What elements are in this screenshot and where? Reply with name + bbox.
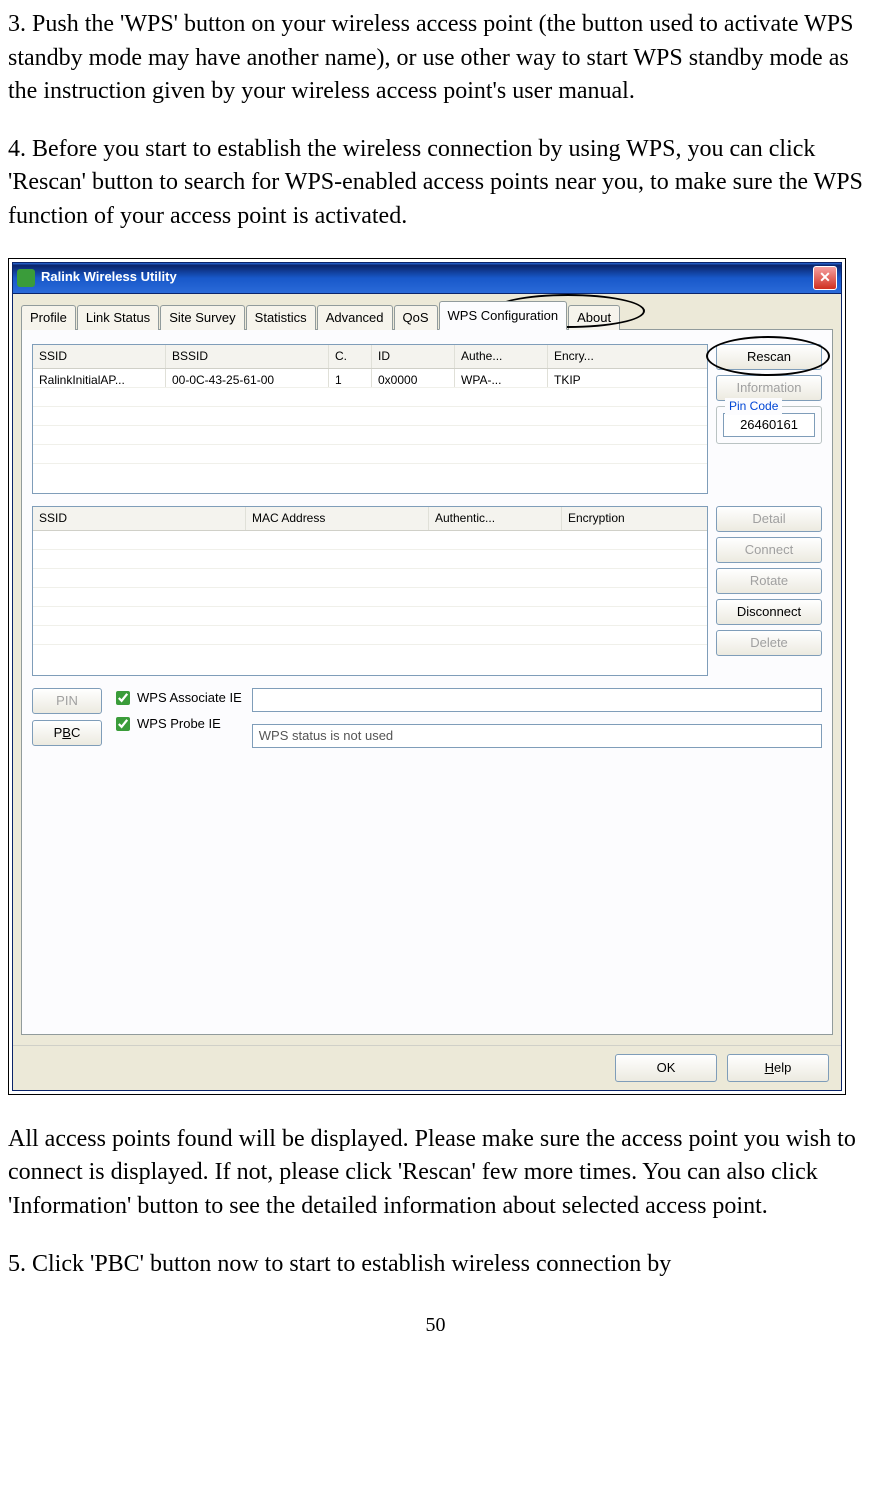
pin-code-group: Pin Code 26460161	[716, 406, 822, 444]
col2-auth: Authentic...	[429, 507, 562, 530]
ap-scan-header: SSID BSSID C. ID Authe... Encry...	[33, 345, 707, 369]
wps-probe-label: WPS Probe IE	[137, 715, 221, 733]
col2-encry: Encryption	[562, 507, 707, 530]
wps-probe-input[interactable]	[116, 717, 130, 731]
profile-buttons: Detail Connect Rotate Disconnect Delete	[716, 506, 822, 676]
pin-code-value: 26460161	[723, 413, 815, 437]
tab-profile[interactable]: Profile	[21, 305, 76, 330]
dialog-buttons: OK Help	[13, 1045, 841, 1090]
wps-associate-label: WPS Associate IE	[137, 689, 242, 707]
cell-auth: WPA-...	[455, 369, 548, 387]
pin-code-label: Pin Code	[725, 398, 782, 415]
col-c: C.	[329, 345, 372, 368]
paragraph-after: All access points found will be displaye…	[8, 1123, 863, 1224]
ap-scan-row[interactable]: RalinkInitialAP... 00-0C-43-25-61-00 1 0…	[33, 369, 707, 388]
cell-ssid: RalinkInitialAP...	[33, 369, 166, 387]
annotation-oval-rescan	[706, 336, 830, 376]
paragraph-4: 4. Before you start to establish the wir…	[8, 133, 863, 234]
connect-button[interactable]: Connect	[716, 537, 822, 563]
ok-button[interactable]: OK	[615, 1054, 717, 1082]
tab-link-status[interactable]: Link Status	[77, 305, 159, 330]
col-auth: Authe...	[455, 345, 548, 368]
cell-encry: TKIP	[548, 369, 707, 387]
cell-bssid: 00-0C-43-25-61-00	[166, 369, 329, 387]
wps-progress	[252, 688, 822, 712]
paragraph-5: 5. Click 'PBC' button now to start to es…	[8, 1248, 863, 1282]
cell-c: 1	[329, 369, 372, 387]
col-bssid: BSSID	[166, 345, 329, 368]
profile-header: SSID MAC Address Authentic... Encryption	[33, 507, 707, 531]
scan-buttons: Rescan Information Pin Code 26460161	[716, 344, 822, 494]
wps-panel: SSID BSSID C. ID Authe... Encry... Ralin…	[21, 330, 833, 1035]
paragraph-3: 3. Push the 'WPS' button on your wireles…	[8, 8, 863, 109]
tab-wps-configuration[interactable]: WPS Configuration	[439, 301, 568, 330]
close-icon[interactable]: ✕	[813, 266, 837, 290]
tab-statistics[interactable]: Statistics	[246, 305, 316, 330]
pbc-button[interactable]: PBC	[32, 720, 102, 746]
app-window: Ralink Wireless Utility ✕ Profile Link S…	[12, 262, 842, 1091]
profile-list[interactable]: SSID MAC Address Authentic... Encryption	[32, 506, 708, 676]
page-number: 50	[8, 1311, 863, 1339]
wps-probe-checkbox[interactable]: WPS Probe IE	[112, 714, 242, 734]
screenshot-figure: Ralink Wireless Utility ✕ Profile Link S…	[8, 258, 846, 1095]
tab-bar: Profile Link Status Site Survey Statisti…	[21, 300, 833, 330]
rotate-button[interactable]: Rotate	[716, 568, 822, 594]
col-encry: Encry...	[548, 345, 707, 368]
app-icon	[17, 269, 35, 287]
wps-status: WPS status is not used	[252, 724, 822, 748]
wps-associate-input[interactable]	[116, 691, 130, 705]
ap-scan-list[interactable]: SSID BSSID C. ID Authe... Encry... Ralin…	[32, 344, 708, 494]
col2-ssid: SSID	[33, 507, 246, 530]
delete-button[interactable]: Delete	[716, 630, 822, 656]
col-ssid: SSID	[33, 345, 166, 368]
disconnect-button[interactable]: Disconnect	[716, 599, 822, 625]
col-id: ID	[372, 345, 455, 368]
tab-advanced[interactable]: Advanced	[317, 305, 393, 330]
tab-site-survey[interactable]: Site Survey	[160, 305, 244, 330]
col2-mac: MAC Address	[246, 507, 429, 530]
window-title: Ralink Wireless Utility	[41, 268, 813, 286]
wps-associate-checkbox[interactable]: WPS Associate IE	[112, 688, 242, 708]
title-bar: Ralink Wireless Utility ✕	[13, 263, 841, 294]
detail-button[interactable]: Detail	[716, 506, 822, 532]
help-button[interactable]: Help	[727, 1054, 829, 1082]
pin-button[interactable]: PIN	[32, 688, 102, 714]
tab-qos[interactable]: QoS	[394, 305, 438, 330]
cell-id: 0x0000	[372, 369, 455, 387]
